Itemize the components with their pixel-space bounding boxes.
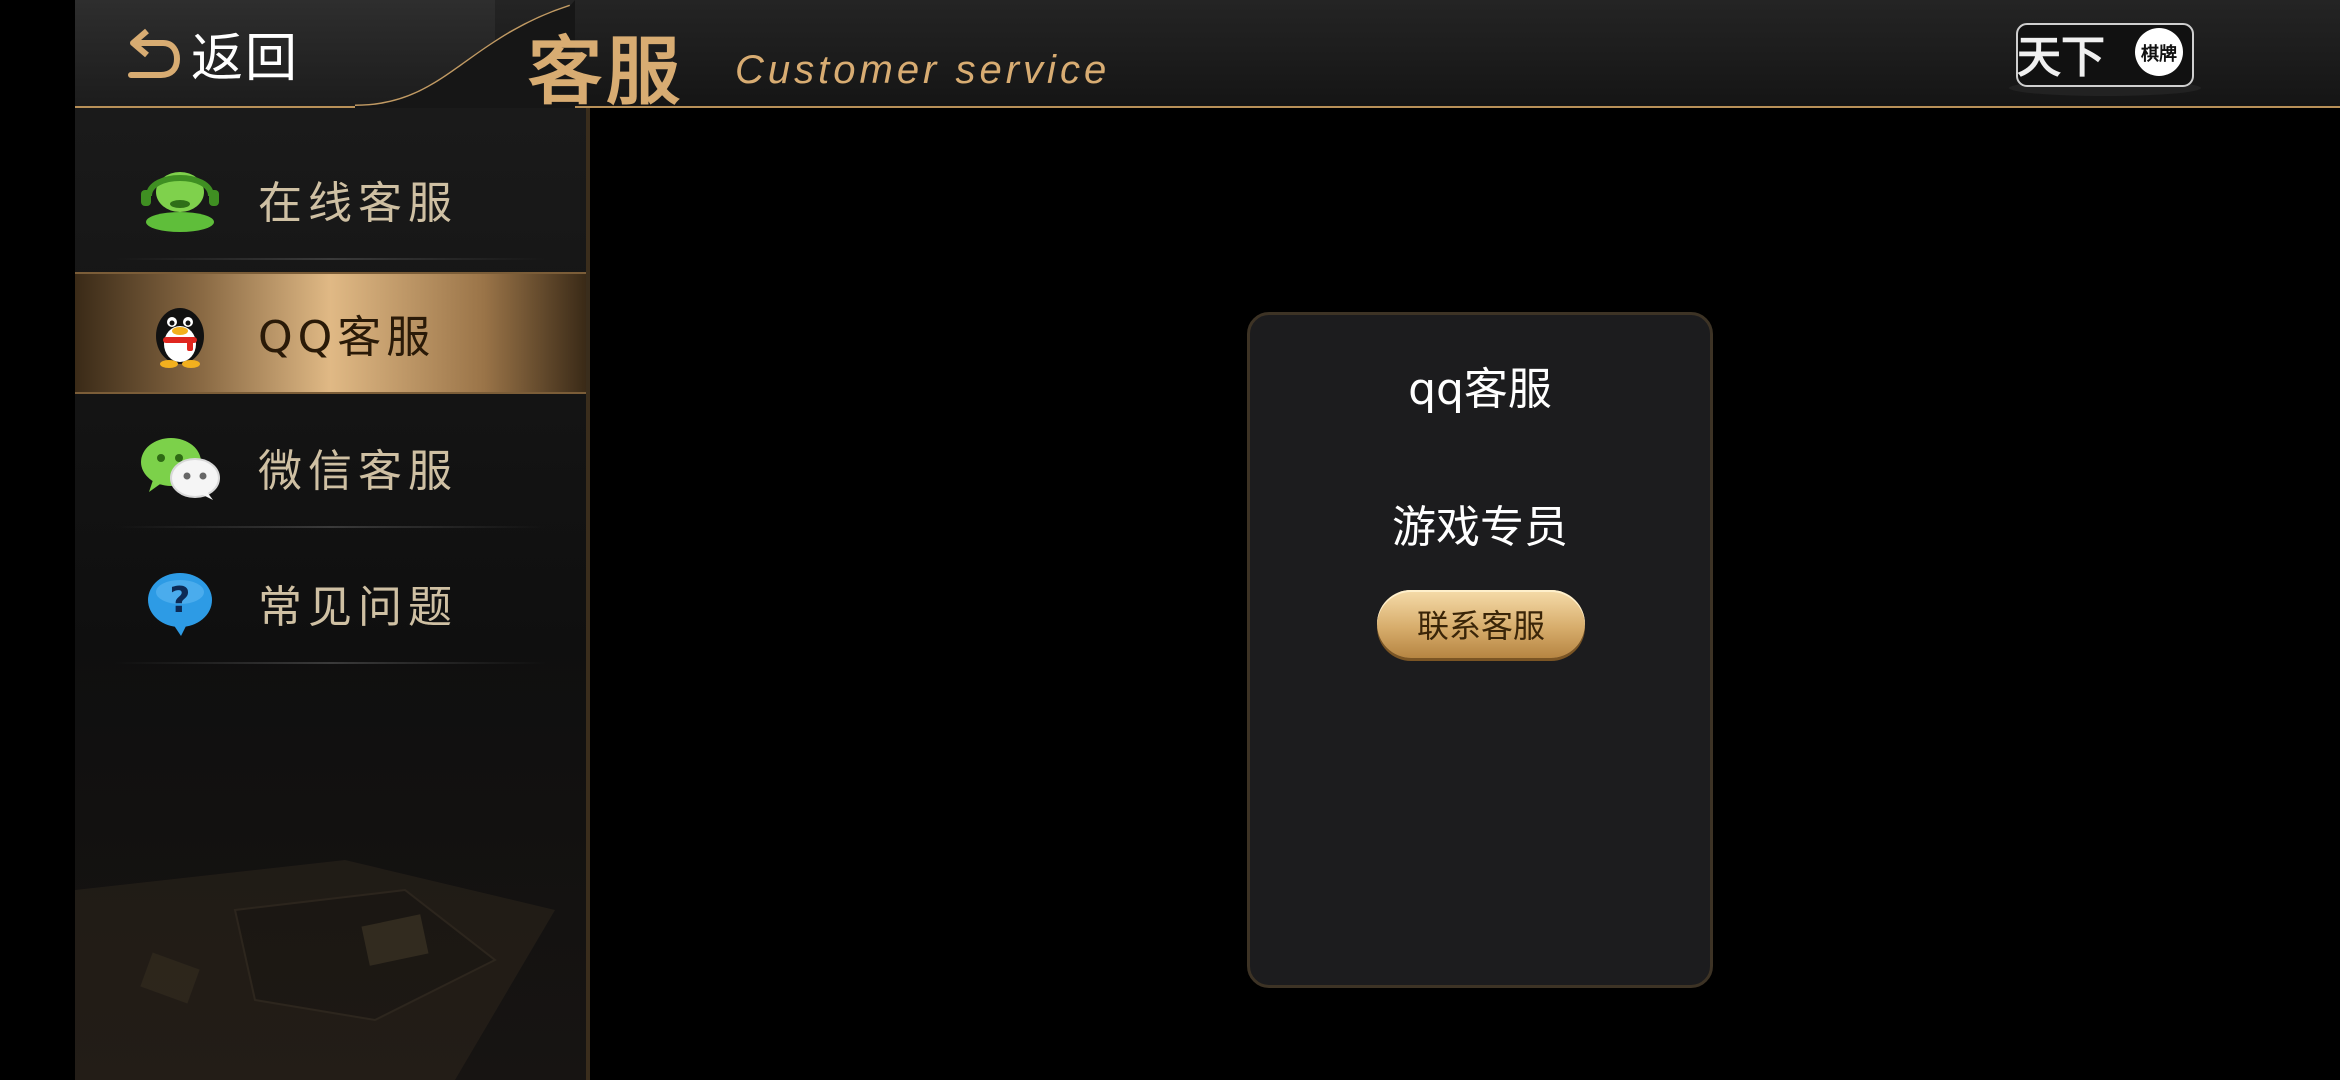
sidebar-item-label: 常见问题 [258, 582, 458, 633]
contact-service-button[interactable]: 联系客服 [1377, 590, 1585, 658]
sidebar: 在线客服 QQ客服 微信客服 ? 常见问题 [75, 108, 590, 1080]
brand-logo: 天下 棋牌 [2009, 23, 2201, 96]
divider [115, 258, 546, 260]
sidebar-item-label: 在线客服 [258, 178, 458, 229]
question-icon: ? [148, 573, 212, 636]
back-label: 返回 [191, 28, 300, 89]
sidebar-item-label: 微信客服 [258, 446, 458, 497]
divider [115, 526, 546, 528]
svg-text:棋牌: 棋牌 [2141, 43, 2177, 65]
customer-service-screen: 返回 客服 Customer service 天下 棋牌 在线客服 QQ客服 微… [0, 0, 2340, 1080]
sidebar-item-wechat-service[interactable]: 微信客服 [75, 406, 586, 528]
wechat-icon [141, 438, 220, 500]
back-arrow-icon [128, 28, 181, 78]
page-title: 客服 [528, 29, 684, 115]
left-edge [0, 0, 77, 1080]
card-subtitle: 游戏专员 [1392, 502, 1568, 553]
page-subtitle: Customer service [735, 48, 1111, 92]
divider [115, 662, 546, 664]
svg-text:?: ? [170, 580, 191, 621]
card-title: qq客服 [1408, 364, 1552, 415]
svg-text:天下: 天下 [2017, 32, 2105, 83]
header-bar: 返回 客服 Customer service 天下 棋牌 [75, 0, 2340, 115]
service-card: qq客服 游戏专员 联系客服 [1247, 312, 1713, 988]
sidebar-item-online-service[interactable]: 在线客服 [75, 138, 586, 260]
decorative-table-background [75, 860, 555, 1080]
sidebar-item-faq[interactable]: ? 常见问题 [75, 542, 586, 664]
headset-icon [141, 172, 219, 232]
sidebar-item-label: QQ客服 [258, 312, 436, 363]
qq-penguin-icon [156, 308, 204, 368]
sidebar-item-qq-service[interactable]: QQ客服 [75, 272, 586, 394]
back-button[interactable]: 返回 [125, 20, 345, 89]
